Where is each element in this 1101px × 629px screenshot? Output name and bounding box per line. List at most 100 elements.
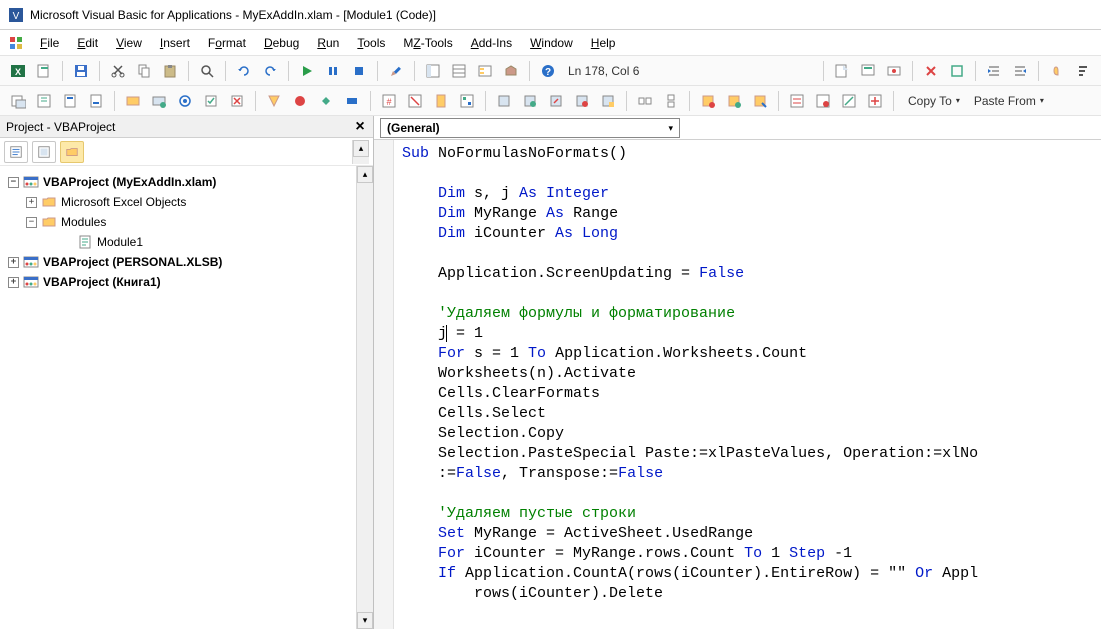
tree-item[interactable]: Module1 <box>4 232 352 252</box>
project-tree[interactable]: −VBAProject (MyExAddIn.xlam)+Microsoft E… <box>0 166 356 629</box>
indent-right-icon[interactable] <box>1008 59 1032 83</box>
mz-icon-f1[interactable] <box>633 89 657 113</box>
mz-icon-a2[interactable] <box>32 89 56 113</box>
mz-icon-c2[interactable] <box>288 89 312 113</box>
project-explorer-icon[interactable] <box>421 59 445 83</box>
mz-new-procedure-icon[interactable] <box>830 59 854 83</box>
scrollbar-vertical[interactable]: ▴ ▾ <box>356 166 373 629</box>
paste-icon[interactable] <box>158 59 182 83</box>
run-icon[interactable] <box>295 59 319 83</box>
mz-icon-b4[interactable] <box>199 89 223 113</box>
indent-left-icon[interactable] <box>982 59 1006 83</box>
close-icon[interactable]: × <box>351 118 369 136</box>
menu-mztools[interactable]: MZ-Tools <box>395 32 460 54</box>
mz-icon-e5[interactable] <box>596 89 620 113</box>
help-icon[interactable]: ? <box>536 59 560 83</box>
break-icon[interactable] <box>321 59 345 83</box>
mz-icon-h2[interactable] <box>811 89 835 113</box>
mz-icon-h4[interactable] <box>863 89 887 113</box>
menu-format[interactable]: Format <box>200 32 254 54</box>
paste-from-dropdown[interactable]: Paste From▾ <box>966 90 1048 112</box>
mz-icon-d4[interactable] <box>455 89 479 113</box>
menu-addins[interactable]: Add-Ins <box>463 32 520 54</box>
object-browser-icon[interactable] <box>473 59 497 83</box>
mz-icon-c4[interactable] <box>340 89 364 113</box>
menu-insert[interactable]: Insert <box>152 32 198 54</box>
cut-icon[interactable] <box>106 59 130 83</box>
insert-module-icon[interactable] <box>32 59 56 83</box>
mz-icon-e1[interactable] <box>492 89 516 113</box>
toggle-folders-icon[interactable] <box>60 141 84 163</box>
toolbox-icon[interactable] <box>499 59 523 83</box>
mz-icon-e4[interactable] <box>570 89 594 113</box>
tree-item[interactable]: −Modules <box>4 212 352 232</box>
mz-icon-b1[interactable] <box>121 89 145 113</box>
expand-toggle-icon[interactable]: + <box>8 277 19 288</box>
mz-icon-b2[interactable] <box>147 89 171 113</box>
mz-tool-icon-3[interactable] <box>882 59 906 83</box>
tree-item[interactable]: −VBAProject (MyExAddIn.xlam) <box>4 172 352 192</box>
menu-edit[interactable]: Edit <box>69 32 106 54</box>
undo-icon[interactable] <box>232 59 256 83</box>
tree-item[interactable]: +VBAProject (Книга1) <box>4 272 352 292</box>
mz-hand-icon[interactable] <box>1045 59 1069 83</box>
mz-sort-icon[interactable] <box>1071 59 1095 83</box>
view-code-icon[interactable] <box>4 141 28 163</box>
menu-run[interactable]: Run <box>309 32 347 54</box>
properties-icon[interactable] <box>447 59 471 83</box>
mz-icon-g3[interactable] <box>748 89 772 113</box>
scroll-up-icon[interactable]: ▴ <box>353 140 369 157</box>
mz-icon-a1[interactable] <box>6 89 30 113</box>
menu-view[interactable]: View <box>108 32 150 54</box>
mz-icon-d1[interactable]: # <box>377 89 401 113</box>
mz-icon-c3[interactable] <box>314 89 338 113</box>
expand-toggle-icon[interactable]: + <box>8 257 19 268</box>
redo-icon[interactable] <box>258 59 282 83</box>
mz-icon-g1[interactable] <box>696 89 720 113</box>
mz-icon-b5[interactable] <box>225 89 249 113</box>
object-combo[interactable]: (General) ▾ <box>380 118 680 138</box>
view-object-icon[interactable] <box>32 141 56 163</box>
mz-icon-f2[interactable] <box>659 89 683 113</box>
menu-window[interactable]: Window <box>522 32 581 54</box>
copy-icon[interactable] <box>132 59 156 83</box>
mz-icon-a4[interactable] <box>84 89 108 113</box>
mz-icon-e2[interactable] <box>518 89 542 113</box>
copy-to-dropdown[interactable]: Copy To▾ <box>900 90 964 112</box>
menu-file[interactable]: File <box>32 32 67 54</box>
tree-item[interactable]: +Microsoft Excel Objects <box>4 192 352 212</box>
mz-icon-g2[interactable] <box>722 89 746 113</box>
vba-icon <box>23 254 39 270</box>
mz-tool-icon-4[interactable] <box>919 59 943 83</box>
expand-toggle-icon[interactable]: + <box>26 197 37 208</box>
design-mode-icon[interactable] <box>384 59 408 83</box>
mz-icon-d2[interactable] <box>403 89 427 113</box>
mz-tool-icon-5[interactable] <box>945 59 969 83</box>
menu-tools[interactable]: Tools <box>349 32 393 54</box>
mz-icon-c1[interactable] <box>262 89 286 113</box>
save-icon[interactable] <box>69 59 93 83</box>
code-margin[interactable] <box>374 140 394 629</box>
tree-item[interactable]: +VBAProject (PERSONAL.XLSB) <box>4 252 352 272</box>
mz-icon-b3[interactable] <box>173 89 197 113</box>
excel-icon[interactable]: X <box>6 59 30 83</box>
mz-icon-h3[interactable] <box>837 89 861 113</box>
window-title: Microsoft Visual Basic for Applications … <box>30 8 436 22</box>
mz-icon-h1[interactable] <box>785 89 809 113</box>
mz-icon-e3[interactable] <box>544 89 568 113</box>
mz-icon-a3[interactable] <box>58 89 82 113</box>
scroll-up-icon[interactable]: ▴ <box>357 166 373 183</box>
code-editor[interactable]: Sub NoFormulasNoFormats() Dim s, j As In… <box>394 140 1101 629</box>
menu-debug[interactable]: Debug <box>256 32 307 54</box>
mz-tools-icon[interactable] <box>6 35 26 51</box>
find-icon[interactable] <box>195 59 219 83</box>
menu-view-label: iew <box>124 36 142 50</box>
expand-toggle-icon[interactable]: − <box>26 217 37 228</box>
mz-tool-icon-2[interactable] <box>856 59 880 83</box>
scroll-down-icon[interactable]: ▾ <box>357 612 373 629</box>
reset-icon[interactable] <box>347 59 371 83</box>
menu-help[interactable]: Help <box>583 32 624 54</box>
expand-toggle-icon[interactable]: − <box>8 177 19 188</box>
chevron-down-icon: ▾ <box>956 96 960 105</box>
mz-icon-d3[interactable] <box>429 89 453 113</box>
